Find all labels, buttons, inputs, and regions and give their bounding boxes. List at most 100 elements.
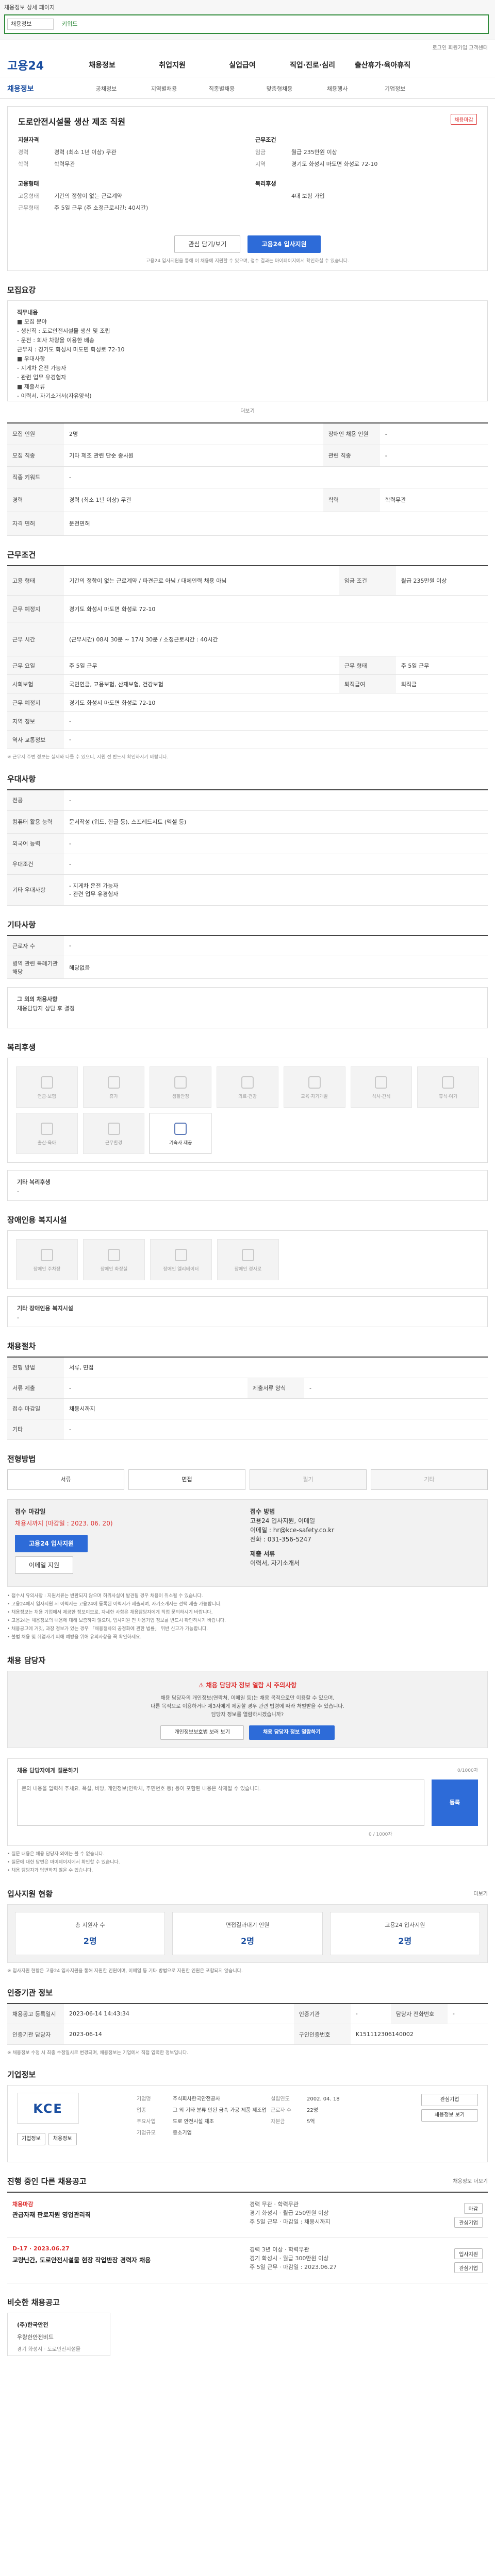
apply-hint: 고용24 입사지원을 통해 이 채용에 지원할 수 있으며, 접수 결과는 마이… (146, 259, 349, 264)
kce-logo-mark: KCE (23, 2099, 73, 2117)
gnb-item-support[interactable]: 취업지원 (137, 60, 207, 70)
apply-info-right: 접수 방법 고용24 입사지원, 이메일 이메일 : hr@kce-safety… (250, 1507, 477, 1568)
inquiry-counter: 0 / 1000자 (369, 1832, 392, 1837)
welfare-item: 식사·간식 (350, 1066, 412, 1108)
recruit-line: - 이력서, 자기소개서(자유양식) (17, 393, 92, 399)
apply-info-band: 접수 마감일 채용시까지 (마감일 : 2023. 06. 20) 고용24 입… (7, 1499, 488, 1587)
job-status-button[interactable]: 마감 (464, 2203, 483, 2214)
deadline-label: 접수 마감일 (15, 1507, 46, 1515)
company-info-button[interactable]: 기업정보 (17, 2133, 45, 2145)
privacy-law-button[interactable]: 개인정보보호법 보러 보기 (160, 1725, 244, 1740)
company-jobs-button[interactable]: 채용정보 (48, 2133, 77, 2145)
applicants-stats: 총 지원자 수 2명 면접결과대기 인원 2명 고용24 입사지원 2명 (15, 1911, 480, 1955)
applicants-band: 총 지원자 수 2명 면접결과대기 인원 2명 고용24 입사지원 2명 (7, 1904, 488, 1963)
table-row: 기타 우대사항 - 지게차 운전 가능자 - 관련 업무 유경험자 (7, 874, 488, 906)
contact-alert-body: 채용 담당자의 개인정보(연락처, 이메일 등)는 채용 목적으로만 이용할 수… (151, 1695, 344, 1718)
reg-note: ※ 채용정보 수정 시 최종 수정일시로 변경되며, 채용정보는 기업에서 직접… (7, 2050, 189, 2056)
table-row: 외국어 능력 - (7, 833, 488, 854)
welfare-item: 근무환경 (82, 1113, 145, 1154)
apply-online-button[interactable]: 고용24 입사지원 (15, 1534, 88, 1552)
warning-icon: ⚠ (198, 1681, 206, 1689)
top-utility-links[interactable]: 로그인 회원가입 고객센터 (0, 40, 495, 53)
job-apply-button[interactable]: 입사지원 (454, 2248, 483, 2259)
table-row: 근무 시간 (근무시간) 08시 30분 ~ 17시 30분 / 소정근로시간 :… (7, 622, 488, 656)
lnb-item-3[interactable]: 맞춤형채용 (251, 84, 308, 93)
status-badge: 채용마감 (451, 114, 477, 125)
gnb-item-career[interactable]: 직업·진로·심리 (277, 60, 348, 70)
recruit-line: ■ 모집 분야 (17, 318, 47, 325)
recruit-line: ■ 우대사항 (17, 355, 45, 362)
disability-item: 장애인 엘리베이터 (150, 1239, 212, 1280)
welfare-extra-label: 기타 복리후생 (17, 1179, 51, 1185)
scrap-button[interactable]: 관심 담기/보기 (174, 235, 241, 253)
apply-method-chips: 서류 면접 필기 기타 (7, 1469, 488, 1490)
table-row: 전공 - (7, 790, 488, 811)
summary-cond-title: 근무조건 (255, 137, 276, 143)
table-row: 인증기관 담당자 2023-06-14 구인인증번호 K151112306140002 (7, 2024, 488, 2045)
etc-extra-body: 채용담당자 상담 후 결정 (17, 1005, 75, 1012)
table-row: 역사 교통정보 - (7, 730, 488, 749)
company-title: 기업정보 (7, 2070, 36, 2079)
lnb-item-2[interactable]: 직종별채용 (193, 84, 251, 93)
local-nav: 채용정보 공채정보 지역별채용 직종별채용 맞춤형채용 채용행사 기업정보 (0, 77, 495, 99)
inquiry-notes: • 질문 내용은 채용 담당자 외에는 볼 수 없습니다. • 질문에 대한 답… (7, 1851, 120, 1873)
vacation-icon (107, 1076, 120, 1089)
table-row: 자격 면허 운전면허 (7, 512, 488, 536)
lnb-item-5[interactable]: 기업정보 (366, 84, 424, 93)
summary-row: 지역 경기도 화성시 마도면 화성로 72-10 (255, 161, 378, 167)
toilet-icon (108, 1249, 120, 1261)
lnb-item-4[interactable]: 채용행사 (308, 84, 366, 93)
applicants-note: ※ 입사지원 현황은 고용24 입사지원을 통해 지원한 인원이며, 이메일 등… (7, 1968, 243, 1974)
docs-value: 이력서, 자기소개서 (250, 1559, 300, 1567)
table-row: 서류 제출 - 제출서류 양식 - (7, 1378, 488, 1399)
disability-extra: 기타 장애인용 복지시설 - (7, 1296, 488, 1327)
other-jobs-more-link[interactable]: 채용정보 더보기 (453, 2177, 488, 2184)
company-row: 기업명 주식회사한국안전공사 설립연도 2002. 04. 18 (137, 2096, 340, 2102)
list-item[interactable]: D-17 · 2023.06.27 교량난간, 도로안전시설물 현장 작업반장 … (7, 2238, 488, 2283)
work-title: 근무조건 (7, 550, 36, 560)
apply-way-line: 전화 : 031-356-5247 (250, 1535, 311, 1543)
view-contact-button[interactable]: 채용 담당자 정보 열람하기 (249, 1725, 335, 1740)
apply-button[interactable]: 고용24 입사지원 (248, 235, 321, 253)
summary-row: 4대 보험 가입 (291, 193, 325, 199)
company-jobs-view-button[interactable]: 채용정보 보기 (421, 2109, 478, 2122)
parking-icon (41, 1249, 53, 1261)
similar-company: (주)한국안전 (17, 2321, 48, 2328)
method-doc: 서류 (7, 1469, 124, 1490)
summary-row: 경력 경력 (최소 1년 이상) 무관 (18, 149, 117, 156)
site-logo[interactable]: 고용24 (7, 57, 44, 73)
gnb-item-benefit[interactable]: 실업급여 (207, 60, 277, 70)
table-row: 전형 방법 서류, 면접 (7, 1357, 488, 1378)
apply-email-button[interactable]: 이메일 지원 (15, 1556, 74, 1574)
gnb-item-jobs[interactable]: 채용정보 (67, 60, 137, 70)
table-row: 경력 경력 (최소 1년 이상) 무관 학력 학력무관 (7, 488, 488, 512)
stat-card: 총 지원자 수 2명 (15, 1911, 166, 1955)
similar-card[interactable]: (주)한국안전 우량한안전비드 경기 화성시 · 도로안전시설물 (7, 2313, 110, 2356)
inquiry-submit-button[interactable]: 등록 (432, 1779, 478, 1826)
search-keyword-chip[interactable]: 키워드 (62, 20, 77, 28)
welfare-item-active: 기숙사 제공 (150, 1113, 212, 1154)
lnb-item-0[interactable]: 공채정보 (77, 84, 135, 93)
section-title: 채용정보 (7, 85, 34, 93)
search-box[interactable]: 채용정보 키워드 (4, 14, 489, 34)
list-item[interactable]: 채용마감 관급자재 판로지원 영업관리직 경력 무관 · 학력무관 경기 화성시… (7, 2193, 488, 2238)
stat-card: 고용24 입사지원 2명 (329, 1911, 480, 1955)
recruit-more-button[interactable]: 더보기 (7, 406, 488, 414)
search-category-select[interactable]: 채용정보 (7, 19, 54, 30)
apply-way-label: 접수 방법 (250, 1507, 275, 1515)
disability-item: 장애인 주차장 (16, 1239, 78, 1280)
childcare-icon (40, 1123, 53, 1135)
gnb-item-leave[interactable]: 출산휴가·육아휴직 (348, 60, 418, 70)
company-row: 주요사업 도로 안전시설 제조 자본금 5억 (137, 2119, 315, 2125)
similar-meta: 경기 화성시 · 도로안전시설물 (17, 2347, 81, 2352)
job-follow-button[interactable]: 관심기업 (454, 2217, 483, 2228)
inquiry-textarea[interactable] (17, 1779, 424, 1826)
welfare-item: 연금·보험 (16, 1066, 78, 1108)
disability-title: 장애인용 복지시설 (7, 1215, 67, 1225)
applicants-more-link[interactable]: 더보기 (473, 1889, 488, 1897)
lnb-item-1[interactable]: 지역별채용 (135, 84, 193, 93)
table-row: 모집 인원 2명 장애인 채용 인원 - (7, 423, 488, 445)
other-jobs-title: 진행 중인 다른 채용공고 채용정보 더보기 (7, 2177, 488, 2186)
follow-company-button[interactable]: 관심기업 (421, 2094, 478, 2106)
job-follow-button[interactable]: 관심기업 (454, 2262, 483, 2273)
